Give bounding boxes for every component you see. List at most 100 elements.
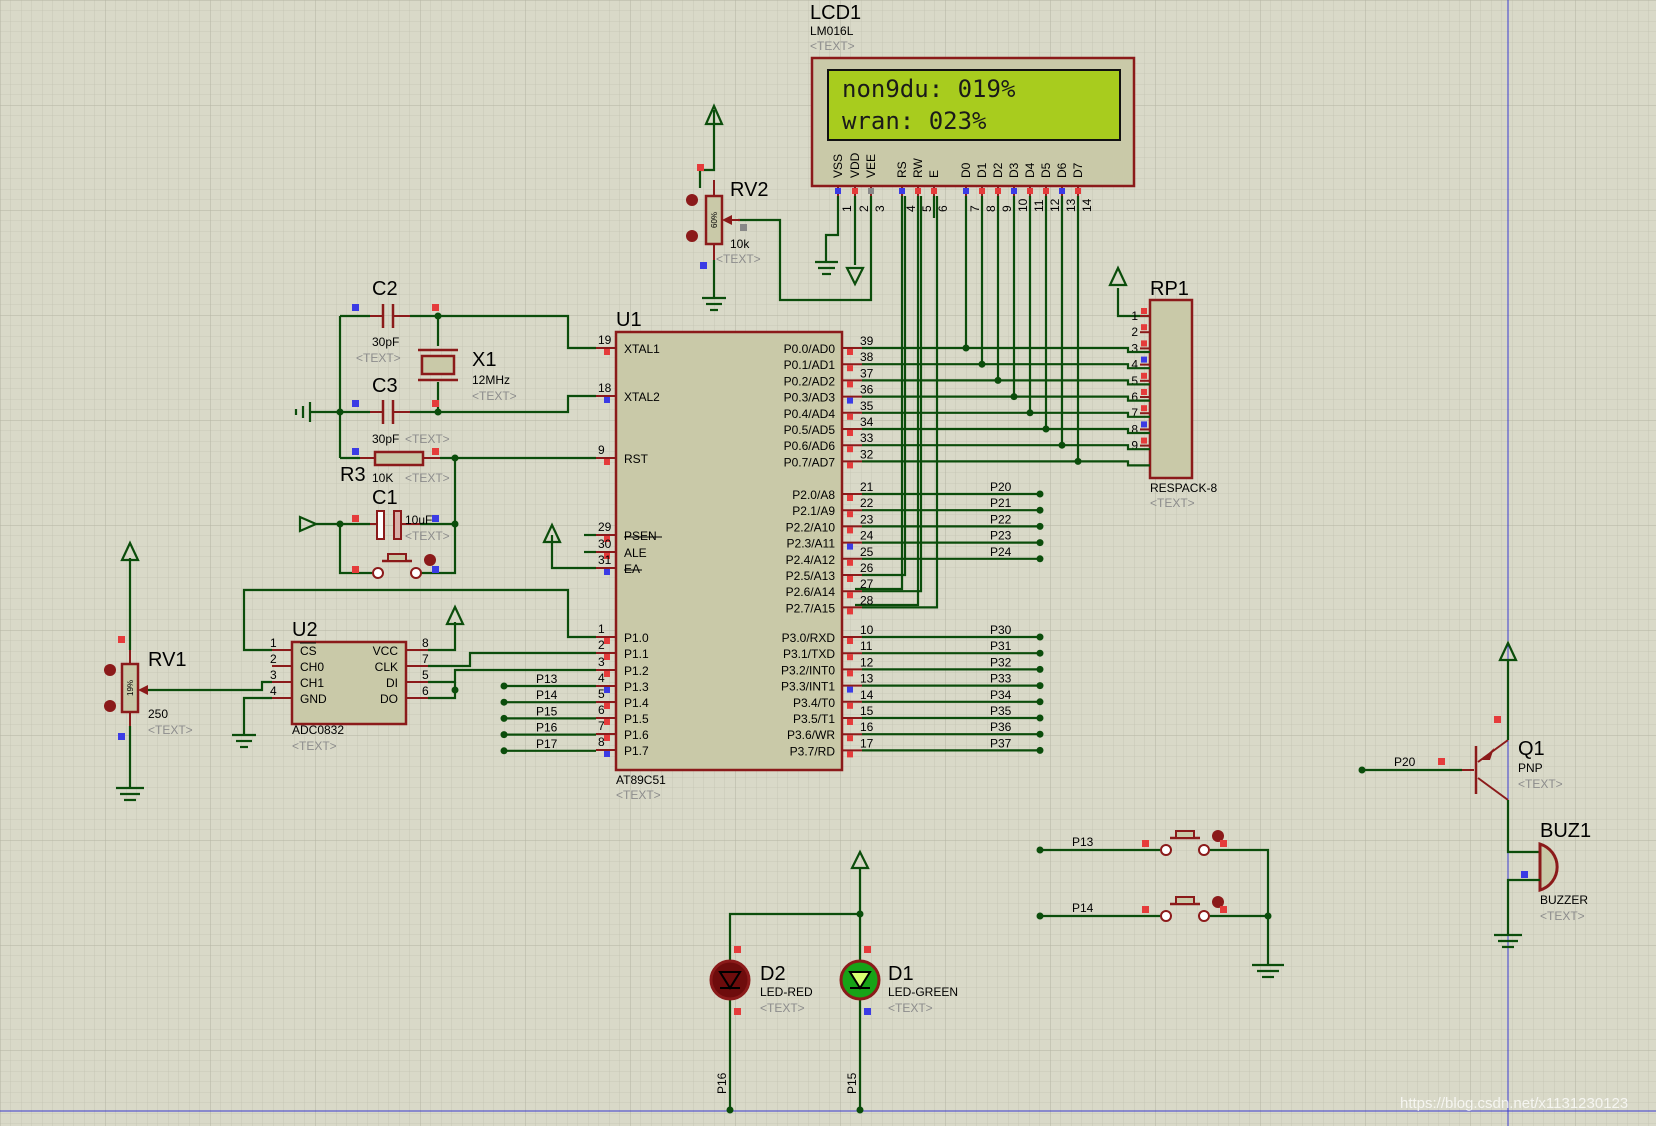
u1-microcontroller[interactable]: 19 XTAL1 18 XTAL2 9 RST 29 PSEN 30 ALE 31 EA 1 P1.0 2 P… — [584, 330, 874, 772]
u1-pin-marker — [847, 397, 853, 404]
lcd-pin-label: D3 — [1007, 162, 1021, 178]
lcd-pin-marker — [835, 188, 841, 194]
lcd-pin-label: D7 — [1071, 162, 1085, 178]
u1-pin-marker — [847, 576, 853, 582]
c3-value: 30pF — [372, 432, 399, 446]
d1-net: P15 — [845, 1072, 859, 1094]
lcd-pin-marker — [852, 188, 858, 194]
u2-pin-label: CH1 — [300, 676, 324, 690]
p2-net-label: P23 — [990, 529, 1012, 543]
u1-pin-label: PSEN — [624, 529, 657, 543]
lcd-pin-marker — [1027, 188, 1033, 194]
p3-net-label: P35 — [990, 704, 1012, 718]
rp1-pin-number: 1 — [1131, 309, 1138, 323]
p2-net-label: P20 — [990, 480, 1012, 494]
u1-pin-marker — [847, 349, 853, 355]
u1-pin-label: P1.2 — [624, 664, 649, 678]
p1-net-label: P14 — [536, 688, 558, 702]
u1-pin-marker — [847, 559, 853, 566]
u1-pin-label: ALE — [624, 546, 647, 560]
buz1-part: BUZZER — [1540, 893, 1588, 907]
rp1-pin-marker — [1141, 389, 1147, 395]
u1-pin-number: 13 — [860, 672, 874, 686]
u1-pin-label: RST — [624, 452, 649, 466]
net-terminal — [1036, 506, 1044, 514]
u1-pin-number: 23 — [860, 512, 874, 526]
u1-pin-marker — [847, 592, 853, 599]
u1-pin-marker — [847, 719, 853, 725]
u1-pin-label: P0.5/AD5 — [784, 423, 836, 437]
rp1-pin-marker — [1141, 421, 1147, 428]
u1-pin-label: P1.0 — [624, 631, 649, 645]
u1-pin-marker — [847, 751, 853, 758]
u1-pin-label: P2.2/A10 — [786, 520, 836, 534]
lcd-pin-number: 1 — [840, 205, 854, 212]
r3-value: 10K — [372, 471, 393, 485]
rp1-pin-number: 9 — [1131, 439, 1138, 453]
u1-pin-marker — [604, 687, 610, 693]
rv1-ref: RV1 — [148, 649, 187, 671]
u1-pin-marker — [847, 446, 853, 453]
d2-ref: D2 — [760, 963, 786, 985]
net-terminal — [1036, 490, 1044, 498]
lcd-pin-marker — [868, 188, 874, 194]
net-terminal — [1036, 665, 1044, 673]
lcd-pin-marker — [1075, 188, 1081, 194]
rp1-pin-number: 4 — [1131, 358, 1138, 372]
u1-pin-label: P3.5/T1 — [793, 712, 835, 726]
rp1-pin-number: 6 — [1131, 390, 1138, 404]
d1-text: <TEXT> — [888, 1001, 933, 1015]
buz1-text: <TEXT> — [1540, 909, 1585, 923]
d1-ref: D1 — [888, 963, 914, 985]
u1-pin-label: P3.7/RD — [790, 744, 836, 758]
rp1-pin-marker — [1141, 372, 1147, 379]
net-terminal — [1036, 539, 1044, 547]
lcd-pin-marker — [1043, 188, 1049, 194]
p2-net-label: P24 — [990, 545, 1012, 559]
u1-pin-label: P1.7 — [624, 744, 649, 758]
u1-pin-label: P0.0/AD0 — [784, 342, 836, 356]
u1-pin-label: P0.1/AD1 — [784, 358, 836, 372]
q1-part: PNP — [1518, 761, 1543, 775]
p3-net-label: P36 — [990, 720, 1012, 734]
p3-net-label: P34 — [990, 688, 1012, 702]
rp1-pin-marker — [1141, 437, 1147, 444]
u1-part: AT89C51 — [616, 773, 666, 787]
net-terminal — [1036, 714, 1044, 722]
q1-ref: Q1 — [1518, 738, 1545, 760]
u1-pin-marker — [847, 543, 853, 550]
rv1-percent: 19% — [126, 680, 135, 696]
u1-pin-marker — [604, 735, 610, 741]
p1-net-label: P16 — [536, 721, 558, 735]
c2-ref: C2 — [372, 278, 398, 300]
r3-ref: R3 — [340, 464, 366, 486]
lcd-pin-label: D2 — [991, 162, 1005, 178]
u2-pin-number: 2 — [270, 652, 277, 666]
p1-net-label: P17 — [536, 737, 558, 751]
rp1-pin-marker — [1141, 324, 1147, 331]
r3-text: <TEXT> — [405, 471, 450, 485]
u1-pin-label: P1.1 — [624, 647, 649, 661]
lcd-ref: LCD1 — [810, 2, 861, 24]
u2-pin-label: DI — [386, 676, 398, 690]
u2-pin-number: 5 — [422, 668, 429, 682]
c2-text: <TEXT> — [356, 351, 401, 365]
u1-pin-label: P2.1/A9 — [792, 504, 835, 518]
u1-pin-marker — [604, 638, 610, 644]
u2-pin-number: 1 — [270, 636, 277, 650]
lcd-pin-label: D4 — [1023, 162, 1037, 178]
lcd-pin-number: 8 — [984, 205, 998, 212]
net-terminal — [1036, 698, 1044, 706]
u2-pin-label: CH0 — [300, 660, 324, 674]
lcd-part: LM016L — [810, 24, 854, 38]
u1-pin-label: P2.3/A11 — [787, 537, 836, 551]
d2-net: P16 — [715, 1072, 729, 1094]
schematic-canvas[interactable]: non9du: 019% wran: 023% VSS 1 VDD 2 VEE 3 RS 4 R… — [0, 0, 1656, 1126]
c1-text: <TEXT> — [405, 529, 450, 543]
lcd-pin-number: 13 — [1064, 198, 1078, 212]
u1-pin-label: P1.5 — [624, 712, 649, 726]
d2-part: LED-RED — [760, 985, 813, 999]
button-p13-net: P13 — [1072, 835, 1094, 849]
u1-pin-number: 4 — [598, 671, 605, 685]
u1-pin-marker — [604, 751, 610, 757]
